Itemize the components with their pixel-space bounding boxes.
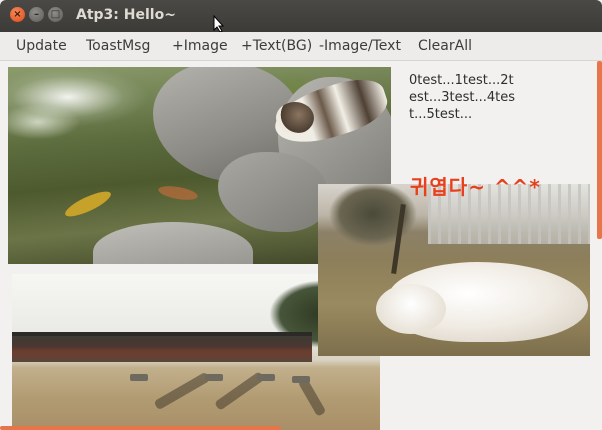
menu-item-add-image[interactable]: +Image [172,38,228,54]
white-dog-photo [318,184,590,356]
horizontal-scrollbar[interactable] [0,426,281,430]
menu-item-remove-image-text[interactable]: -Image/Text [319,38,401,54]
minimize-icon[interactable]: – [29,7,44,22]
window-title: Atp3: Hello~ [76,7,176,23]
mouse-cursor-icon [213,15,225,33]
title-bar: × – □ Atp3: Hello~ [0,0,602,33]
vertical-scrollbar[interactable] [597,61,602,239]
maximize-icon[interactable]: □ [48,7,63,22]
canvas-area[interactable]: 0test...1test...2test...3test...4test...… [0,61,602,430]
menu-bar: Update ToastMsg +Image +Text(BG) -Image/… [0,32,602,61]
menu-item-clear-all[interactable]: ClearAll [418,38,472,54]
test-text-block: 0test...1test...2test...3test...4test...… [409,73,516,122]
menu-item-update[interactable]: Update [16,38,67,54]
close-icon[interactable]: × [10,7,25,22]
overlay-caption: 귀엽다~ ^^* [410,175,541,199]
menu-item-add-text-bg[interactable]: +Text(BG) [241,38,312,54]
menu-item-toastmsg[interactable]: ToastMsg [86,38,150,54]
